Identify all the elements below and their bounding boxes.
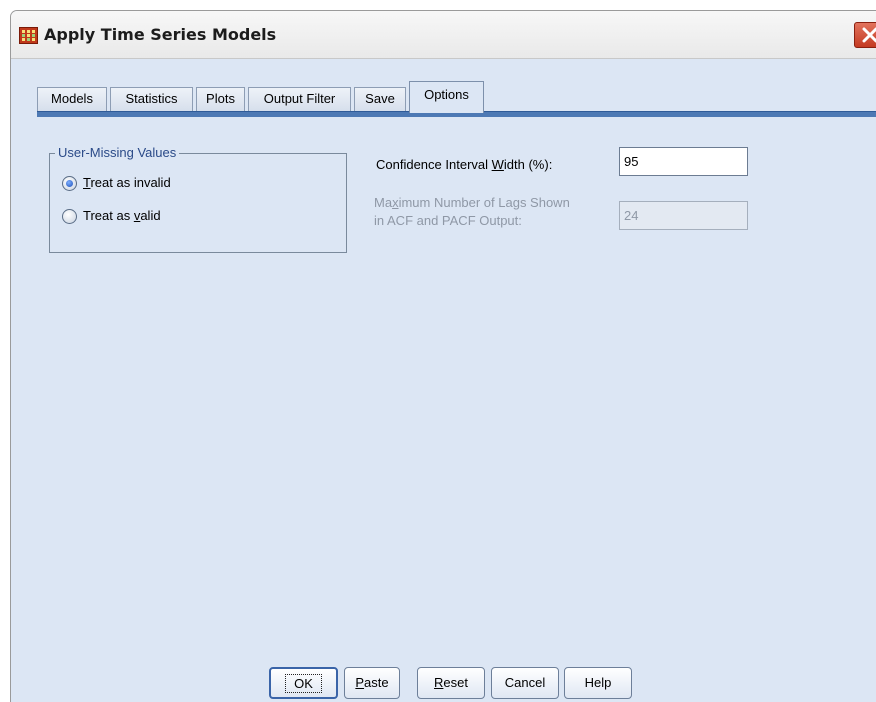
confidence-interval-label: Confidence Interval Width (%):	[376, 157, 553, 172]
radio-selected-icon[interactable]	[62, 176, 77, 191]
dialog-window: Apply Time Series Models Models Statisti…	[10, 10, 876, 702]
tab-strip: Models Statistics Plots Output Filter Sa…	[37, 81, 876, 113]
tab-statistics[interactable]: Statistics	[110, 87, 193, 111]
paste-button[interactable]: Paste	[344, 667, 400, 699]
tab-plots[interactable]: Plots	[196, 87, 245, 111]
tab-output-filter[interactable]: Output Filter	[248, 87, 351, 111]
window-title: Apply Time Series Models	[44, 25, 277, 44]
confidence-interval-width-input[interactable]	[619, 147, 748, 176]
max-lags-label: Maximum Number of Lags Shown in ACF and …	[374, 195, 570, 228]
group-legend: User-Missing Values	[55, 145, 180, 160]
spss-grid-icon	[19, 27, 38, 44]
reset-button[interactable]: Reset	[417, 667, 485, 699]
tab-label: Models	[51, 91, 93, 106]
close-button[interactable]	[854, 22, 876, 48]
title-bar[interactable]: Apply Time Series Models	[11, 11, 876, 59]
tab-options[interactable]: Options	[409, 81, 484, 113]
help-button[interactable]: Help	[564, 667, 632, 699]
tab-label: Save	[365, 91, 395, 106]
radio-unselected-icon[interactable]	[62, 209, 77, 224]
max-lags-input[interactable]	[619, 201, 748, 230]
tab-label: Plots	[206, 91, 235, 106]
close-icon	[862, 27, 876, 43]
tab-save[interactable]: Save	[354, 87, 406, 111]
tab-label: Statistics	[125, 91, 178, 106]
radio-label: Treat as invalid	[83, 175, 171, 190]
button-label: Cancel	[504, 675, 546, 690]
tab-label: Options	[424, 87, 469, 102]
radio-label: Treat as valid	[83, 208, 161, 223]
cancel-button[interactable]: Cancel	[491, 667, 559, 699]
button-label: Help	[584, 675, 612, 690]
button-label: Paste	[355, 675, 389, 690]
ok-button[interactable]: OK	[269, 667, 338, 699]
tab-label: Output Filter	[263, 91, 336, 106]
user-missing-values-group: User-Missing Values Treat as invalid Tre…	[49, 145, 347, 253]
button-label: Reset	[434, 675, 468, 690]
button-label: OK	[285, 674, 322, 693]
tab-models[interactable]: Models	[37, 87, 107, 111]
